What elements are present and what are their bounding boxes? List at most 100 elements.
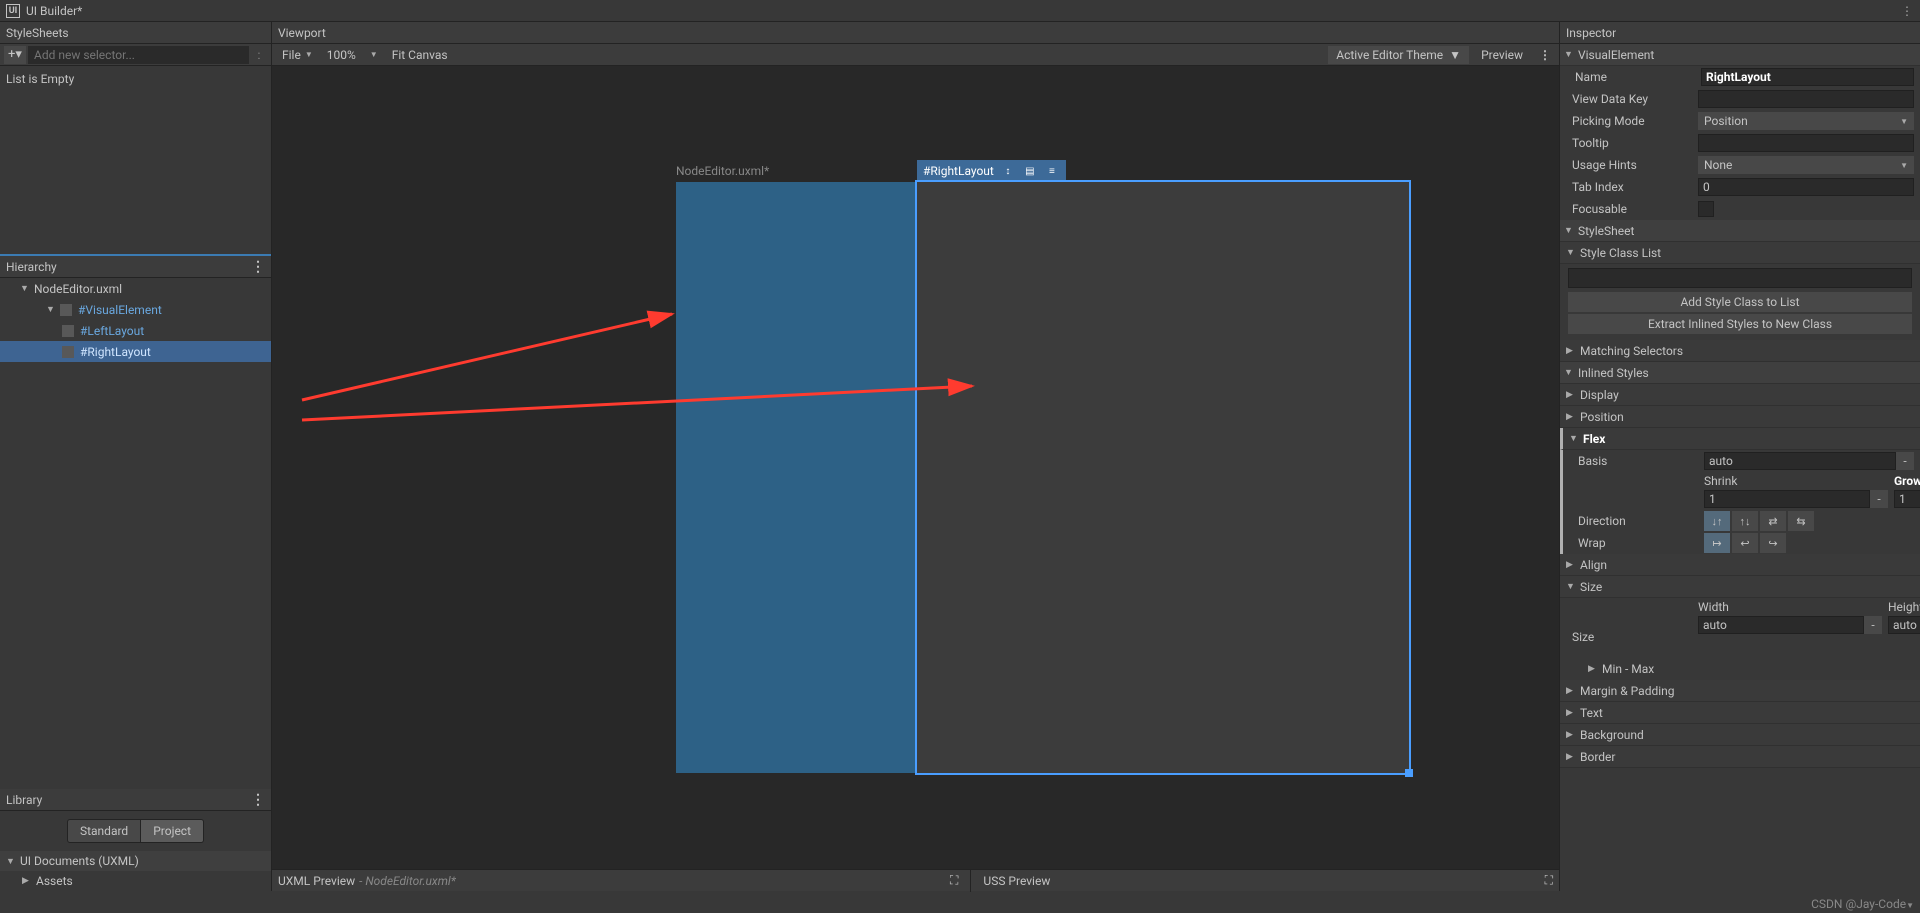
theme-dropdown[interactable]: Active Editor Theme▼: [1328, 46, 1469, 64]
dir-column-reverse-button[interactable]: ↑↓: [1732, 511, 1758, 531]
expand-uss-icon[interactable]: ⛶: [1545, 873, 1553, 888]
resize-handle[interactable]: [1405, 769, 1413, 777]
hierarchy-root-label: NodeEditor.uxml: [34, 282, 122, 296]
add-styleclass-button[interactable]: Add Style Class to List: [1568, 292, 1912, 312]
library-menu-icon[interactable]: ⋮: [251, 792, 265, 808]
basis-unit-button[interactable]: -: [1896, 452, 1914, 470]
library-section-uxml[interactable]: ▼ UI Documents (UXML): [0, 851, 271, 871]
minmax-label[interactable]: Min - Max: [1602, 662, 1654, 676]
fold-matchingselectors[interactable]: ▶Matching Selectors: [1560, 340, 1920, 362]
usagehints-label: Usage Hints: [1572, 158, 1698, 172]
selection-tag-label: #RightLayout: [923, 164, 994, 178]
viewdatakey-field[interactable]: [1698, 90, 1914, 108]
element-icon: [60, 304, 72, 316]
tabindex-label: Tab Index: [1572, 180, 1698, 194]
expand-uxml-icon[interactable]: ⛶: [950, 873, 958, 888]
basis-label: Basis: [1578, 454, 1704, 468]
fold-visualelement[interactable]: ▼VisualElement: [1560, 44, 1920, 66]
fold-display[interactable]: ▶Display: [1560, 384, 1920, 406]
tab-project[interactable]: Project: [141, 819, 204, 843]
pickingmode-dropdown[interactable]: Position▼: [1698, 112, 1914, 130]
usagehints-dropdown[interactable]: None▼: [1698, 156, 1914, 174]
foldout-arrow-icon[interactable]: ▶: [22, 876, 36, 886]
pickingmode-label: Picking Mode: [1572, 114, 1698, 128]
focusable-checkbox[interactable]: [1698, 201, 1714, 217]
canvas-doc-label: NodeEditor.uxml*: [676, 164, 769, 178]
window-title: UI Builder*: [26, 4, 82, 18]
uss-preview-label[interactable]: USS Preview: [983, 874, 1050, 888]
zoom-dropdown[interactable]: 100%▼: [321, 46, 384, 64]
viewport-title: Viewport: [278, 26, 326, 40]
tooltip-field[interactable]: [1698, 134, 1914, 152]
dir-row-reverse-button[interactable]: ⇆: [1788, 511, 1814, 531]
preview-toggle[interactable]: Preview: [1471, 46, 1533, 64]
fold-flex[interactable]: ▼Flex: [1560, 428, 1920, 450]
canvas-left-layout[interactable]: [676, 182, 917, 773]
library-title: Library: [6, 793, 42, 807]
height-label: Height: [1888, 600, 1920, 614]
align-icon[interactable]: ▤: [1022, 164, 1038, 178]
fold-styleclasslist[interactable]: ▼Style Class List: [1560, 242, 1920, 264]
hierarchy-root[interactable]: ▼ NodeEditor.uxml: [0, 278, 271, 299]
width-unit-button[interactable]: -: [1864, 616, 1882, 634]
selector-pseudo-button[interactable]: :: [251, 48, 267, 62]
window-menu-icon[interactable]: ⋮: [1901, 4, 1914, 18]
name-field[interactable]: [1701, 68, 1914, 86]
shrink-unit-button[interactable]: -: [1870, 490, 1888, 508]
dir-column-button[interactable]: ↓↑: [1704, 511, 1730, 531]
grow-field[interactable]: [1894, 490, 1920, 508]
fold-border[interactable]: ▶Border: [1560, 746, 1920, 768]
fold-background[interactable]: ▶Background: [1560, 724, 1920, 746]
hierarchy-visualelement[interactable]: ▼ #VisualElement: [0, 299, 271, 320]
flex-direction-icon[interactable]: ↕: [1000, 164, 1016, 178]
width-label: Width: [1698, 600, 1882, 614]
direction-label: Direction: [1578, 514, 1704, 528]
fold-stylesheet[interactable]: ▼StyleSheet: [1560, 220, 1920, 242]
tabindex-field[interactable]: [1698, 178, 1914, 196]
selector-input[interactable]: [28, 46, 249, 64]
hierarchy-menu-icon[interactable]: ⋮: [251, 259, 265, 275]
shrink-field[interactable]: [1704, 490, 1870, 508]
add-stylesheet-button[interactable]: +▾: [4, 46, 26, 64]
wrap-wrap-button[interactable]: ↩: [1732, 533, 1758, 553]
fold-position[interactable]: ▶Position: [1560, 406, 1920, 428]
element-icon: [62, 346, 74, 358]
canvas[interactable]: NodeEditor.uxml* #RightLayout ↕ ▤ ≡: [272, 66, 1559, 869]
wrap-none-button[interactable]: ↦: [1704, 533, 1730, 553]
hierarchy-rightlayout[interactable]: #RightLayout: [0, 341, 271, 362]
uxml-preview-label[interactable]: UXML Preview: [278, 874, 355, 888]
library-header: Library ⋮: [0, 789, 271, 811]
canvas-right-layout[interactable]: [917, 182, 1409, 773]
tab-standard[interactable]: Standard: [67, 819, 141, 843]
stylesheets-title: StyleSheets: [6, 26, 69, 40]
basis-field[interactable]: [1704, 452, 1896, 470]
viewport-menu-icon[interactable]: ⋮: [1535, 48, 1555, 62]
fold-align[interactable]: ▶Align: [1560, 554, 1920, 576]
fold-text[interactable]: ▶Text: [1560, 702, 1920, 724]
foldout-arrow-icon[interactable]: ▼: [20, 283, 34, 294]
stylesheets-body: List is Empty: [0, 66, 271, 254]
library-assets[interactable]: ▶ Assets: [0, 871, 271, 891]
extract-styles-button[interactable]: Extract Inlined Styles to New Class: [1568, 314, 1912, 334]
wrap-label: Wrap: [1578, 536, 1704, 550]
dir-row-button[interactable]: ⇄: [1760, 511, 1786, 531]
selection-tag[interactable]: #RightLayout ↕ ▤ ≡: [917, 160, 1066, 182]
height-field[interactable]: [1888, 616, 1920, 634]
fold-inlinedstyles[interactable]: ▼Inlined Styles: [1560, 362, 1920, 384]
foldout-arrow-icon[interactable]: ▼: [46, 304, 60, 315]
fit-canvas-button[interactable]: Fit Canvas: [386, 46, 454, 64]
watermark: CSDN @Jay-Code▼: [1811, 897, 1914, 911]
hierarchy-title: Hierarchy: [6, 260, 57, 274]
fold-margin[interactable]: ▶Margin & Padding: [1560, 680, 1920, 702]
hierarchy-leftlayout[interactable]: #LeftLayout: [0, 320, 271, 341]
file-menu[interactable]: File▼: [276, 46, 319, 64]
fold-size[interactable]: ▼Size: [1560, 576, 1920, 598]
justify-icon[interactable]: ≡: [1044, 164, 1060, 178]
viewdatakey-label: View Data Key: [1572, 92, 1698, 106]
styleclass-input[interactable]: [1568, 268, 1912, 288]
width-field[interactable]: [1698, 616, 1864, 634]
window-title-bar: UI UI Builder* ⋮: [0, 0, 1920, 22]
uxml-preview-sub: - NodeEditor.uxml*: [359, 874, 456, 888]
wrap-reverse-button[interactable]: ↪: [1760, 533, 1786, 553]
foldout-arrow-icon[interactable]: ▼: [6, 856, 20, 867]
